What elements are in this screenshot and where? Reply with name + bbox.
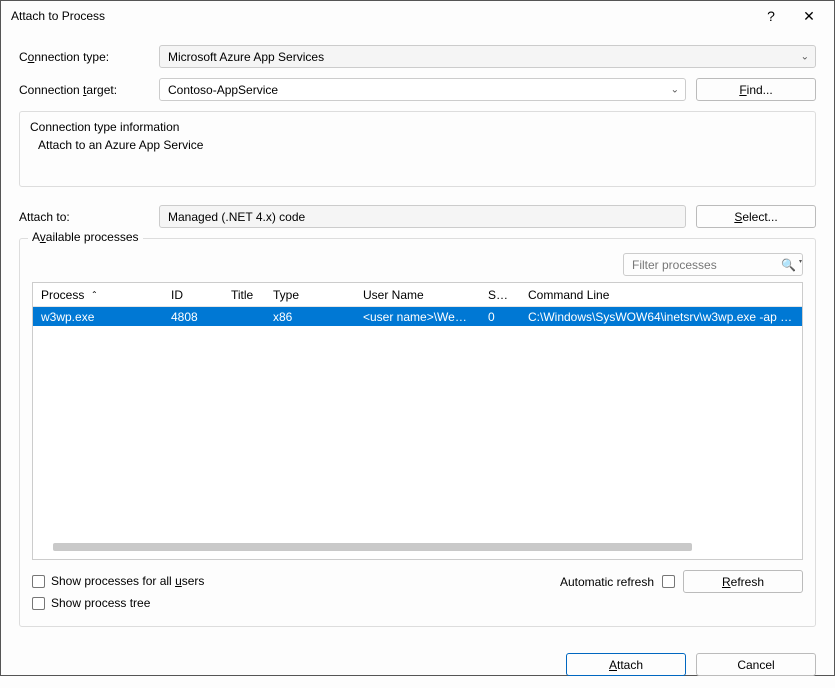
auto-refresh-checkbox[interactable]	[662, 575, 675, 588]
dialog-footer: Attach Cancel	[1, 641, 834, 688]
connection-type-dropdown[interactable]: Microsoft Azure App Services ⌄	[159, 45, 816, 68]
cell-type: x86	[265, 310, 355, 324]
connection-type-label: Connection type:	[19, 50, 159, 64]
show-process-tree-label: Show process tree	[51, 596, 150, 610]
cancel-button[interactable]: Cancel	[696, 653, 816, 676]
table-row[interactable]: w3wp.exe 4808 x86 <user name>\West-... 0…	[33, 307, 802, 326]
connection-target-row: Connection target: Contoso-AppService ⌄ …	[19, 78, 816, 101]
connection-target-dropdown[interactable]: Contoso-AppService ⌄	[159, 78, 686, 101]
available-processes-group: Available processes Filter processes 🔍 ▾…	[19, 238, 816, 627]
checkbox-group: Show processes for all users Show proces…	[32, 570, 560, 614]
chevron-down-icon: ⌄	[801, 51, 809, 62]
dialog-title: Attach to Process	[11, 9, 752, 23]
filter-input[interactable]: Filter processes 🔍 ▾	[623, 253, 803, 276]
show-process-tree-checkbox[interactable]	[32, 597, 45, 610]
connection-info-title: Connection type information	[30, 120, 805, 134]
show-all-users-row: Show processes for all users	[32, 570, 560, 592]
connection-info-box: Connection type information Attach to an…	[19, 111, 816, 187]
refresh-group: Automatic refresh Refresh	[560, 570, 803, 593]
connection-type-value: Microsoft Azure App Services	[168, 50, 324, 64]
connection-target-value: Contoso-AppService	[168, 83, 278, 97]
show-process-tree-row: Show process tree	[32, 592, 560, 614]
col-id[interactable]: ID	[163, 288, 223, 302]
available-processes-label: Available processes	[28, 230, 143, 244]
sort-asc-icon: ⌃	[91, 290, 98, 299]
search-icon[interactable]: 🔍	[781, 258, 796, 272]
table-header: Process⌃ ID Title Type User Name Ses... …	[33, 283, 802, 307]
close-button[interactable]: ✕	[790, 2, 828, 30]
process-table: Process⌃ ID Title Type User Name Ses... …	[32, 282, 803, 560]
attach-to-field: Managed (.NET 4.x) code	[159, 205, 686, 228]
connection-type-row: Connection type: Microsoft Azure App Ser…	[19, 45, 816, 68]
attach-to-value: Managed (.NET 4.x) code	[168, 210, 305, 224]
chevron-down-icon: ⌄	[671, 84, 679, 95]
attach-to-row: Attach to: Managed (.NET 4.x) code Selec…	[19, 205, 816, 228]
col-session[interactable]: Ses...	[480, 288, 520, 302]
title-bar: Attach to Process ? ✕	[1, 1, 834, 31]
attach-to-label: Attach to:	[19, 210, 159, 224]
filter-placeholder: Filter processes	[632, 258, 717, 272]
cell-session: 0	[480, 310, 520, 324]
cell-id: 4808	[163, 310, 223, 324]
select-button[interactable]: Select...	[696, 205, 816, 228]
dialog-body: Connection type: Microsoft Azure App Ser…	[1, 31, 834, 641]
horizontal-scrollbar[interactable]	[53, 543, 692, 551]
connection-info-body: Attach to an Azure App Service	[30, 138, 805, 152]
cell-process: w3wp.exe	[33, 310, 163, 324]
help-button[interactable]: ?	[752, 2, 790, 30]
auto-refresh-label: Automatic refresh	[560, 575, 654, 589]
col-user[interactable]: User Name	[355, 288, 480, 302]
show-all-users-label: Show processes for all users	[51, 574, 204, 588]
find-button[interactable]: Find...	[696, 78, 816, 101]
col-title[interactable]: Title	[223, 288, 265, 302]
col-process[interactable]: Process⌃	[33, 288, 163, 302]
col-command-line[interactable]: Command Line	[520, 288, 802, 302]
show-all-users-checkbox[interactable]	[32, 575, 45, 588]
col-type[interactable]: Type	[265, 288, 355, 302]
chevron-down-icon[interactable]: ▾	[799, 258, 802, 265]
connection-target-label: Connection target:	[19, 83, 159, 97]
cell-user: <user name>\West-...	[355, 310, 480, 324]
refresh-button[interactable]: Refresh	[683, 570, 803, 593]
below-table-row: Show processes for all users Show proces…	[32, 570, 803, 614]
filter-row: Filter processes 🔍 ▾	[32, 253, 803, 276]
attach-button[interactable]: Attach	[566, 653, 686, 676]
cell-cmd: C:\Windows\SysWOW64\inetsrv\w3wp.exe -ap…	[520, 310, 802, 324]
